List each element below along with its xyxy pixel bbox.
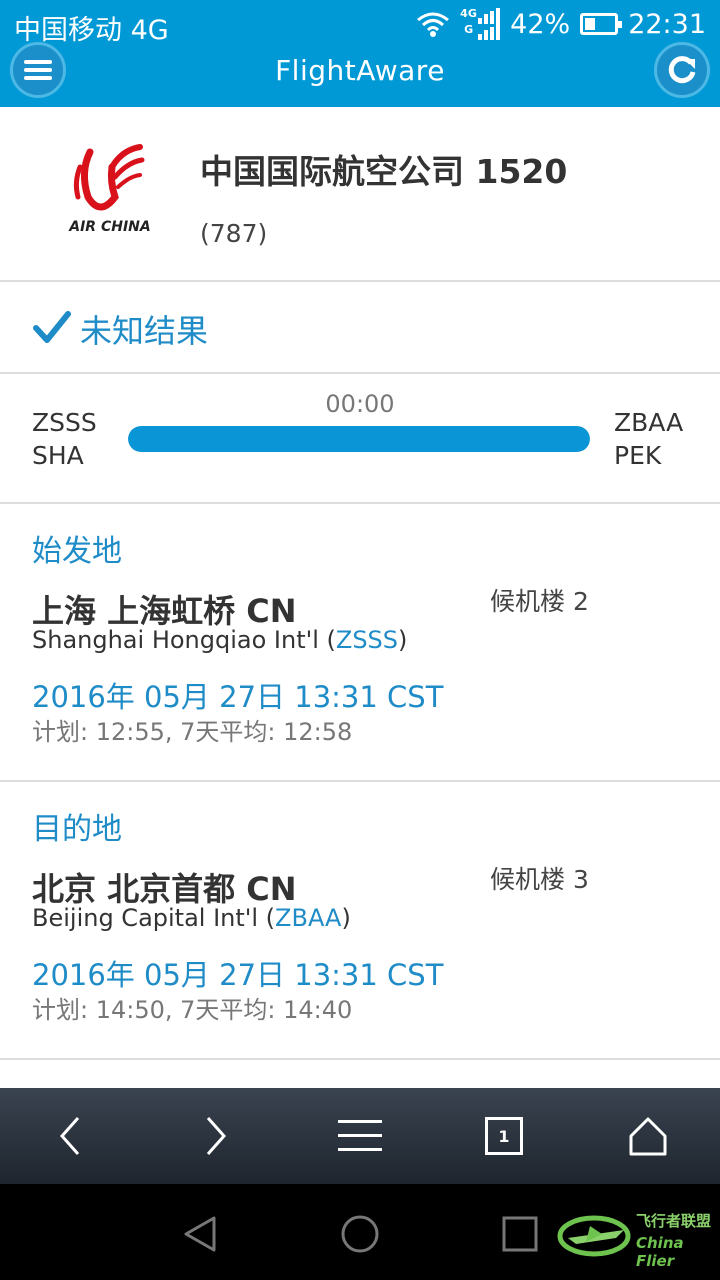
chevron-right-icon [206,1117,227,1155]
elapsed-time: 00:00 [325,390,395,418]
menu-icon [338,1120,382,1151]
airline-logo: AIR CHINA [60,142,160,242]
origin-airport: Shanghai Hongqiao Int'l (ZSSS) [32,626,407,654]
home-icon [629,1117,667,1156]
airline-logo-text: AIR CHINA [69,219,151,235]
progress-bar [128,426,590,452]
origin-airport-close: ) [398,626,408,654]
battery-level [585,18,595,30]
status-bar: 中国移动 4G 4G G 42% 22:31 [0,0,720,50]
origin-airport-name: Shanghai Hongqiao Int'l ( [32,626,336,654]
brand-logo: FlightAware [275,54,445,87]
origin-section: 始发地 上海 上海虹桥 CN 候机楼 2 Shanghai Hongqiao I… [0,504,720,782]
browser-back-button[interactable] [40,1108,100,1164]
clock: 22:31 [628,8,706,40]
watermark-plane-icon [557,1215,631,1257]
refresh-button[interactable] [654,42,710,98]
status-icons: 4G G 42% 22:31 [416,8,706,40]
battery-icon [580,13,623,35]
nav-recent-apps-icon[interactable] [498,1212,542,1256]
destination-planned-time: 计划: 14:50, 7天平均: 14:40 [32,996,353,1024]
checkmark-icon [33,311,71,343]
origin-airport-code-link[interactable]: ZSSS [336,626,398,654]
flight-title: 中国国际航空公司 1520 [200,152,568,191]
app-header: FlightAware [0,42,720,107]
browser-home-button[interactable] [618,1108,678,1164]
cell-signal-icon: 4G G [460,7,501,40]
destination-section: 目的地 北京 北京首都 CN 候机楼 3 Beijing Capital Int… [0,782,720,1060]
browser-menu-button[interactable] [330,1108,390,1164]
air-china-phoenix-icon [73,144,145,211]
nav-back-icon[interactable] [178,1212,222,1256]
destination-airport-code-link[interactable]: ZBAA [275,904,341,932]
chevron-left-icon [59,1117,80,1155]
nav-home-icon[interactable] [338,1212,382,1256]
flight-header: AIR CHINA 中国国际航空公司 1520 (787) [0,107,720,282]
watermark: 飞行者联盟 China Flier [556,1204,716,1270]
progress-bar-fill [128,426,590,452]
origin-iata: SHA [32,441,84,470]
origin-terminal: 候机楼 2 [490,587,589,616]
destination-airport-name: Beijing Capital Int'l ( [32,904,276,932]
flight-status: 未知结果 [0,282,720,374]
system-navigation-bar: 飞行者联盟 China Flier [0,1184,720,1280]
origin-actual-time: 2016年 05月 27日 13:31 CST [32,680,444,714]
destination-airport: Beijing Capital Int'l (ZBAA) [32,904,351,932]
battery-percent: 42% [510,8,571,40]
tab-count: 1 [485,1117,523,1155]
signal-tag-top: 4G [460,7,477,20]
flight-progress: ZSSS SHA 00:00 ZBAA PEK [0,374,720,504]
status-text: 未知结果 [80,312,209,350]
watermark-cn: 飞行者联盟 [636,1212,712,1230]
destination-codes: ZBAA PEK [614,406,683,472]
browser-forward-button[interactable] [186,1108,246,1164]
signal-tag-bottom: G [464,23,474,36]
dest-icao: ZBAA [614,408,684,437]
watermark-en: China Flier [636,1234,684,1270]
browser-toolbar: 1 [0,1088,720,1184]
origin-planned-time: 计划: 12:55, 7天平均: 12:58 [32,718,353,746]
wifi-icon [417,12,450,37]
destination-airport-close: ) [341,904,351,932]
refresh-icon [668,56,696,84]
aircraft-type: (787) [200,219,268,248]
browser-tabs-button[interactable]: 1 [474,1108,534,1164]
dest-iata: PEK [614,441,662,470]
destination-terminal: 候机楼 3 [490,865,589,894]
destination-label: 目的地 [32,812,122,847]
origin-label: 始发地 [32,534,122,569]
destination-actual-time: 2016年 05月 27日 13:31 CST [32,958,444,992]
